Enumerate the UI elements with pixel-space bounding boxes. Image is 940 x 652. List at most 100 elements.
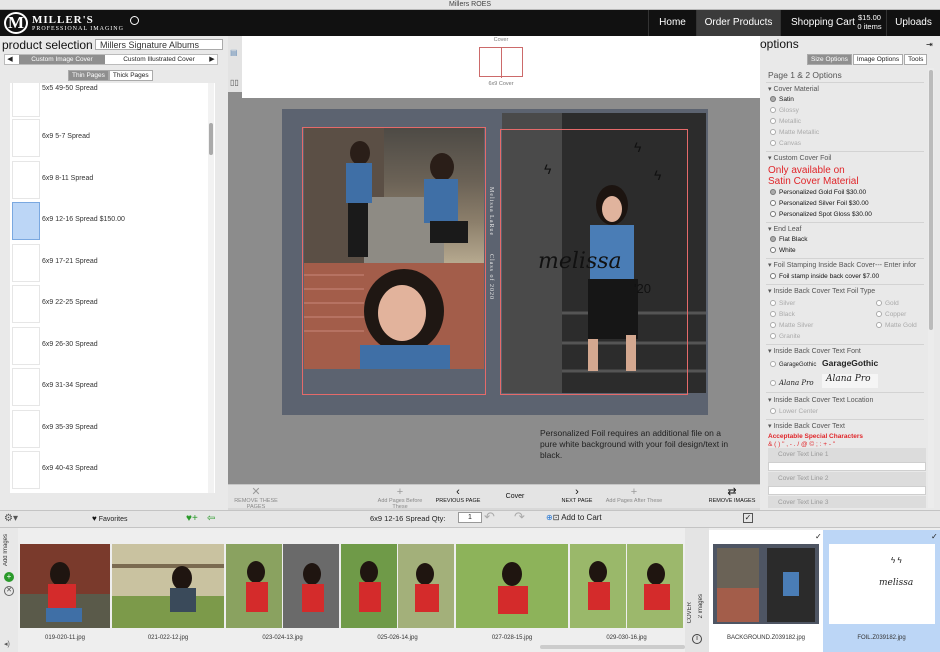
product-item[interactable]: 6x9 40-43 Spread [12,451,212,489]
product-item-selected[interactable]: 6x9 12-16 Spread $150.00 [12,202,212,240]
film-thumb-3[interactable] [226,544,339,628]
tab-tools[interactable]: Tools [904,54,928,65]
add-favorite-icon[interactable]: ♥+ [186,513,198,524]
scrollbar-thumb[interactable] [929,70,933,330]
cover-text-line-1-input[interactable]: Cover Text Line 1 [768,448,926,462]
thin-pages-button[interactable]: Thin Pages [68,70,109,81]
font-option-garage-gothic[interactable]: GarageGothic [770,361,816,368]
info-icon[interactable]: i [692,634,702,644]
product-item[interactable]: 6x9 17-21 Spread [12,244,212,282]
page-view-icon[interactable]: ▤ [230,48,241,57]
confirm-checkbox[interactable]: ✓ [743,513,753,523]
product-item[interactable]: 6x9 35-39 Spread [12,410,212,448]
text-font-heading[interactable]: ▾ Inside Back Cover Text Font [768,347,926,355]
cart-total: $15.00 [858,13,881,22]
add-to-cart-button[interactable]: ⊕⊡ Add to Cart [546,513,602,522]
cover-text-line-2-input[interactable]: Cover Text Line 2 [768,472,926,486]
redo-icon[interactable]: ↷ [514,509,525,525]
foil-silver[interactable]: Personalized Silver Foil $30.00 [770,200,869,207]
material-glossy[interactable]: Glossy [770,107,799,114]
foil-type-granite[interactable]: Granite [770,333,800,340]
film-thumb-4[interactable] [341,544,454,628]
foil-type-black[interactable]: Black [770,311,795,318]
tab-image-options[interactable]: Image Options [852,54,904,65]
nav-order-products[interactable]: Order Products [696,10,780,36]
product-list-scrollbar[interactable] [208,83,214,493]
gear-icon[interactable]: ⚙▾ [4,513,18,524]
foil-gold[interactable]: Personalized Gold Foil $30.00 [770,189,866,196]
nav-home[interactable]: Home [648,10,696,36]
remove-image-icon[interactable]: ✕ [4,586,14,596]
add-pages-before-button[interactable]: + Add Pages Before These [370,487,430,511]
foil-inside-option[interactable]: Foil stamp inside back cover $7.00 [770,273,879,280]
foil-type-matte-gold[interactable]: Matte Gold [876,322,917,329]
nav-uploads[interactable]: Uploads [886,10,940,36]
favorite-arrow-icon[interactable]: ⇦ [207,513,215,524]
foil-spot-gloss[interactable]: Personalized Spot Gloss $30.00 [770,211,872,218]
foil-type-silver[interactable]: Silver [770,300,795,307]
album-spread[interactable]: Melissa LaRue Class of 2020 ϟ ϟ ϟ meliss… [282,109,708,415]
remove-pages-button[interactable]: ✕ REMOVE THESE PAGES [228,487,284,511]
add-image-icon[interactable]: + [4,572,14,582]
product-line-select[interactable]: Millers Signature Albums [95,39,223,50]
speaker-icon[interactable]: ◂) [4,640,10,648]
remove-images-button[interactable]: ⇄ REMOVE IMAGES [706,487,758,505]
product-item[interactable]: 6x9 31-34 Spread [12,368,212,406]
tab-prev-arrow[interactable]: ◀ [5,55,15,64]
location-lower-center[interactable]: Lower Center [770,408,818,415]
product-item[interactable]: 6x9 22-25 Spread [12,285,212,323]
tab-custom-illustrated-cover[interactable]: Custom Illustrated Cover [111,55,207,64]
tab-next-arrow[interactable]: ▶ [207,55,217,64]
film-thumb-1[interactable] [20,544,110,628]
cover-text-line-3-input[interactable]: Cover Text Line 3 [768,496,926,508]
product-thumbnail [12,119,40,157]
foil-type-matte-silver[interactable]: Matte Silver [770,322,813,329]
font-option-alana-pro[interactable]: Alana Pro [770,379,814,387]
cover-image-foil[interactable]: ✓ ϟ ϟ melissa FOIL.Z039182.jpg [823,530,940,652]
thumb-image [226,544,339,628]
tab-custom-image-cover[interactable]: Custom Image Cover [19,55,105,64]
favorites-button[interactable]: ♥ Favorites [92,514,128,523]
product-item[interactable]: 6x9 8-11 Spread [12,161,212,199]
leaf-flat-black[interactable]: Flat Black [770,236,808,243]
tab-size-options[interactable]: Size Options [807,54,852,65]
add-images-label[interactable]: Add Images [3,534,9,566]
cover-thumbnail[interactable] [479,47,523,78]
options-scrollbar[interactable] [928,68,934,508]
undo-icon[interactable]: ↶ [484,509,495,525]
foil-inside-heading[interactable]: ▾ Foil Stamping Inside Back Cover--- Ent… [768,261,926,269]
quantity-input[interactable]: 1 [458,512,482,523]
add-pages-after-button[interactable]: + Add Pages After These [604,487,664,505]
scrollbar-thumb[interactable] [209,123,213,155]
material-satin[interactable]: Satin [770,96,794,103]
font-preview-alana-pro: Alana Pro [822,374,878,388]
next-page-button[interactable]: › NEXT PAGE [550,487,604,505]
cover-material-heading[interactable]: ▾ Cover Material [768,85,926,93]
book-view-icon[interactable]: ▯▯ [230,78,241,87]
end-leaf-heading[interactable]: ▾ End Leaf [768,225,926,233]
custom-foil-heading[interactable]: ▾ Custom Cover Foil [768,154,926,162]
collapse-panel-icon[interactable]: ⇥ [926,40,933,49]
text-foil-type-heading[interactable]: ▾ Inside Back Cover Text Foil Type [768,287,926,295]
product-item[interactable]: 6x9 5-7 Spread [12,119,212,157]
thick-pages-button[interactable]: Thick Pages [108,70,153,81]
film-thumb-6[interactable] [570,544,683,628]
film-thumb-5[interactable] [456,544,568,628]
cart-summary[interactable]: $15.00 0 items [853,13,886,31]
foil-type-copper[interactable]: Copper [876,311,906,318]
filmstrip-scrollbar[interactable] [540,645,685,649]
product-item[interactable]: 6x9 26-30 Spread [12,327,212,365]
brand-logo[interactable]: M MILLER'S PROFESSIONAL IMAGING [4,12,139,34]
material-matte-metallic[interactable]: Matte Metallic [770,129,819,136]
previous-page-button[interactable]: ‹ PREVIOUS PAGE [430,487,486,505]
material-metallic[interactable]: Metallic [770,118,801,125]
material-canvas[interactable]: Canvas [770,140,801,147]
text-location-heading[interactable]: ▾ Inside Back Cover Text Location [768,396,926,404]
leaf-white[interactable]: White [770,247,796,254]
window-title-bar: Millers ROES [0,0,940,10]
product-item[interactable]: 5x5 49-50 Spread [12,83,212,117]
foil-type-gold[interactable]: Gold [876,300,899,307]
cover-image-background[interactable]: ✓ BACKGROUND.Z039182.jpg [709,530,823,652]
cover-text-heading[interactable]: ▾ Inside Back Cover Text [768,422,926,430]
film-thumb-2[interactable] [112,544,224,628]
